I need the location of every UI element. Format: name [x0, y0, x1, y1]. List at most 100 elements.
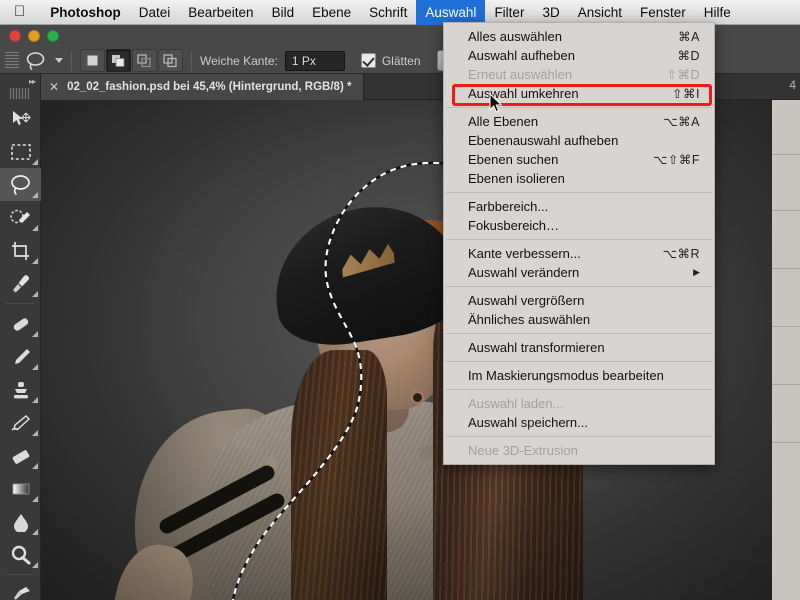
move-tool[interactable]	[0, 102, 41, 135]
menu-option-label: Ebenen isolieren	[468, 171, 682, 186]
tool-submenu-indicator	[32, 159, 38, 165]
menu-option-label: Ähnliches auswählen	[468, 312, 682, 327]
menu-item-fenster[interactable]: Fenster	[631, 0, 695, 25]
dodge-tool[interactable]	[0, 538, 41, 571]
clone-stamp-tool[interactable]	[0, 373, 41, 406]
maximize-window-button[interactable]	[47, 30, 59, 42]
tool-submenu-indicator	[32, 258, 38, 264]
menu-item-datei[interactable]: Datei	[130, 0, 180, 25]
menu-item-bearbeiten[interactable]: Bearbeiten	[179, 0, 262, 25]
close-icon[interactable]: ✕	[49, 80, 59, 94]
menu-option-farbbereich[interactable]: Farbbereich...	[444, 197, 714, 216]
antialias-checkbox-group[interactable]: Glätten	[361, 53, 421, 68]
healing-brush-tool[interactable]	[0, 307, 41, 340]
menu-option-erneut-auswaehlen: Erneut auswählen ⇧⌘D	[444, 65, 714, 84]
menu-item-filter[interactable]: Filter	[485, 0, 533, 25]
menu-separator	[446, 286, 712, 287]
intersect-selection-button[interactable]	[158, 49, 183, 72]
menu-option-label: Ebenenauswahl aufheben	[468, 133, 682, 148]
history-brush-tool[interactable]	[0, 406, 41, 439]
menu-item-schrift[interactable]: Schrift	[360, 0, 416, 25]
pen-tool[interactable]	[0, 578, 41, 600]
document-tab[interactable]: ✕ 02_02_fashion.psd bei 45,4% (Hintergru…	[41, 74, 364, 100]
menu-option-fokusbereich[interactable]: Fokusbereich…	[444, 216, 714, 235]
crop-tool[interactable]	[0, 234, 41, 267]
menu-option-auswahl-laden: Auswahl laden...	[444, 394, 714, 413]
brush-tool[interactable]	[0, 340, 41, 373]
blur-tool[interactable]	[0, 505, 41, 538]
menu-option-auswahl-aufheben[interactable]: Auswahl aufheben ⌘D	[444, 46, 714, 65]
antialias-label: Glätten	[382, 54, 421, 68]
tool-submenu-indicator	[32, 430, 38, 436]
close-window-button[interactable]	[9, 30, 21, 42]
minimize-window-button[interactable]	[28, 30, 40, 42]
eyedropper-tool[interactable]	[0, 267, 41, 300]
adjacent-document-strip	[772, 100, 800, 600]
tool-submenu-indicator	[32, 562, 38, 568]
menu-option-auswahl-vergroessern[interactable]: Auswahl vergrößern	[444, 291, 714, 310]
menu-item-photoshop[interactable]: Photoshop	[41, 0, 130, 25]
menu-option-alle-ebenen[interactable]: Alle Ebenen ⌥⌘A	[444, 112, 714, 131]
feather-input[interactable]: 1 Px	[285, 51, 345, 71]
menu-separator	[446, 239, 712, 240]
menu-option-label: Auswahl aufheben	[468, 48, 659, 63]
tool-submenu-indicator	[32, 364, 38, 370]
tools-panel-grip[interactable]	[10, 88, 30, 99]
menu-option-shortcut: ⌘D	[677, 48, 700, 63]
auswahl-dropdown-menu[interactable]: Alles auswählen ⌘A Auswahl aufheben ⌘D E…	[443, 22, 715, 465]
tool-submenu-indicator	[32, 225, 38, 231]
subtract-from-selection-button[interactable]	[132, 49, 157, 72]
options-divider-1	[71, 51, 72, 71]
menu-option-label: Auswahl vergrößern	[468, 293, 682, 308]
window-controls	[9, 30, 59, 42]
options-bar-grip[interactable]	[5, 52, 19, 70]
menu-item-bild[interactable]: Bild	[263, 0, 304, 25]
menu-option-kante-verbessern[interactable]: Kante verbessern... ⌥⌘R	[444, 244, 714, 263]
menu-option-label: Auswahl laden...	[468, 396, 682, 411]
menu-item-3d[interactable]: 3D	[533, 0, 568, 25]
tool-submenu-indicator	[32, 331, 38, 337]
menu-option-auswahl-transformieren[interactable]: Auswahl transformieren	[444, 338, 714, 357]
menu-option-auswahl-umkehren[interactable]: Auswahl umkehren ⇧⌘I	[444, 84, 714, 103]
menu-option-ebenenauswahl-aufheben[interactable]: Ebenenauswahl aufheben	[444, 131, 714, 150]
tools-panel: ▸▸	[0, 74, 41, 600]
apple-logo-icon[interactable]: 	[14, 4, 25, 19]
menu-option-ebenen-isolieren[interactable]: Ebenen isolieren	[444, 169, 714, 188]
tool-preset-chevron-down-icon[interactable]	[55, 58, 63, 63]
gradient-tool[interactable]	[0, 472, 41, 505]
menu-separator	[446, 107, 712, 108]
menu-option-label: Alles auswählen	[468, 29, 660, 44]
menu-item-auswahl[interactable]: Auswahl	[416, 0, 485, 25]
menu-item-ebene[interactable]: Ebene	[303, 0, 360, 25]
menu-item-ansicht[interactable]: Ansicht	[569, 0, 631, 25]
menu-option-shortcut: ⌥⌘A	[663, 114, 700, 129]
new-selection-button[interactable]	[80, 49, 105, 72]
quick-selection-tool[interactable]	[0, 201, 41, 234]
menu-separator	[446, 333, 712, 334]
menu-item-hilfe[interactable]: Hilfe	[695, 0, 740, 25]
menu-option-shortcut: ⌘A	[678, 29, 700, 44]
menu-option-auswahl-veraendern[interactable]: Auswahl verändern ▶	[444, 263, 714, 282]
tab-overflow-label: 4	[789, 78, 796, 92]
menu-option-auswahl-speichern[interactable]: Auswahl speichern...	[444, 413, 714, 432]
tool-submenu-indicator	[32, 463, 38, 469]
menu-option-im-maskierungsmodus-bearbeiten[interactable]: Im Maskierungsmodus bearbeiten	[444, 366, 714, 385]
rectangular-marquee-tool[interactable]	[0, 135, 41, 168]
menu-option-shortcut: ⇧⌘D	[666, 67, 700, 82]
lasso-icon[interactable]	[19, 49, 53, 73]
add-to-selection-button[interactable]	[106, 49, 131, 72]
selection-mode-group	[80, 49, 183, 72]
menu-option-alles-auswaehlen[interactable]: Alles auswählen ⌘A	[444, 27, 714, 46]
eraser-tool[interactable]	[0, 439, 41, 472]
lasso-tool[interactable]	[0, 168, 41, 201]
document-tab-title: 02_02_fashion.psd bei 45,4% (Hintergrund…	[67, 81, 351, 93]
collapse-panel-icon[interactable]: ▸▸	[0, 74, 40, 88]
menu-option-aehnliches-auswaehlen[interactable]: Ähnliches auswählen	[444, 310, 714, 329]
menu-option-label: Erneut auswählen	[468, 67, 648, 82]
menu-option-label: Fokusbereich…	[468, 218, 682, 233]
tool-submenu-indicator	[32, 496, 38, 502]
menu-option-shortcut: ⌥⌘R	[663, 246, 700, 261]
tool-submenu-indicator	[32, 192, 38, 198]
menu-option-ebenen-suchen[interactable]: Ebenen suchen ⌥⇧⌘F	[444, 150, 714, 169]
antialias-checkbox[interactable]	[361, 53, 376, 68]
